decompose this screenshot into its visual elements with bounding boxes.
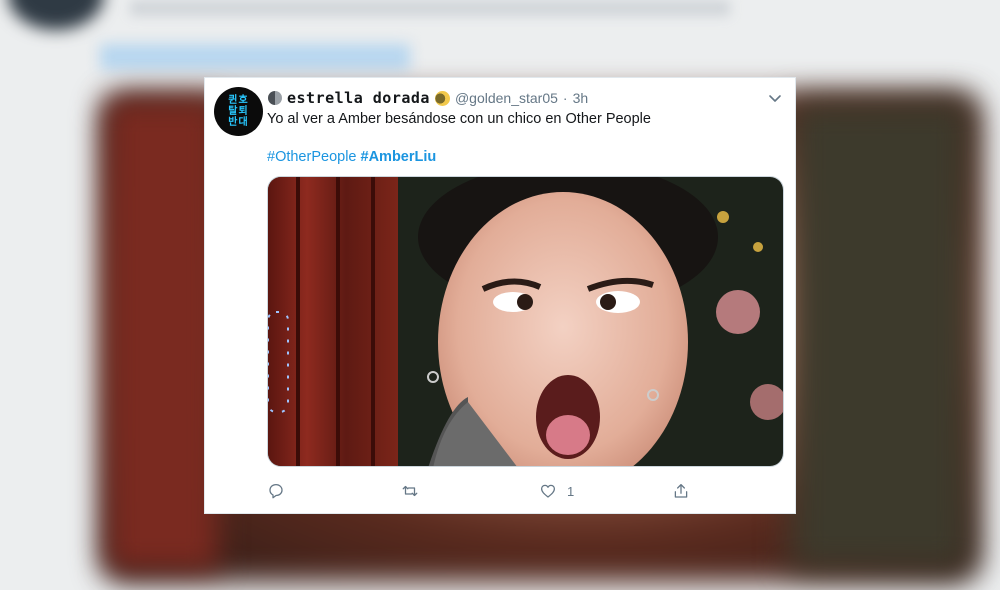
tweet-card[interactable]: 퀸호 탈퇴 반대 estrella dorada @golden_star05 … <box>204 77 796 514</box>
share-button[interactable] <box>672 482 690 500</box>
tweet-text: Yo al ver a Amber besándose con un chico… <box>267 111 651 127</box>
retweet-icon <box>402 485 418 497</box>
red-curtain <box>268 177 398 466</box>
blurred-curtain <box>108 100 218 570</box>
heart-icon <box>540 484 556 498</box>
tweet-header: estrella dorada @golden_star05 · 3h <box>268 88 588 108</box>
tweet-actions: 1 <box>267 482 727 504</box>
crescent-moon-icon <box>434 90 450 106</box>
media-illustration <box>268 177 783 466</box>
retweet-button[interactable] <box>401 482 419 500</box>
hashtag-otherpeople[interactable]: #OtherPeople <box>267 149 356 165</box>
user-handle[interactable]: @golden_star05 <box>455 90 558 106</box>
hashtag-line: #OtherPeople #AmberLiu <box>267 149 436 165</box>
like-count: 1 <box>567 483 575 499</box>
separator-dot: · <box>562 90 568 106</box>
blurred-wallpaper <box>790 100 970 570</box>
blurred-text <box>130 0 730 16</box>
blurred-avatar <box>8 0 104 30</box>
avatar-text-line-3: 반대 <box>228 117 249 128</box>
reply-icon <box>269 483 283 499</box>
tweet-media-image[interactable] <box>267 176 784 467</box>
reply-button[interactable] <box>267 482 285 500</box>
avatar-text-line-2: 탈퇴 <box>228 106 249 117</box>
hashtag-amberliu[interactable]: #AmberLiu <box>361 149 437 165</box>
tweet-timestamp[interactable]: 3h <box>573 90 589 106</box>
like-button[interactable]: 1 <box>539 482 574 500</box>
avatar[interactable]: 퀸호 탈퇴 반대 <box>214 87 263 136</box>
avatar-text-line-1: 퀸호 <box>228 95 249 106</box>
chevron-down-icon[interactable] <box>767 90 783 106</box>
display-name[interactable]: estrella dorada <box>287 89 430 107</box>
share-icon <box>674 483 688 498</box>
new-moon-face-icon <box>268 91 282 105</box>
blurred-hashtags <box>100 44 410 70</box>
